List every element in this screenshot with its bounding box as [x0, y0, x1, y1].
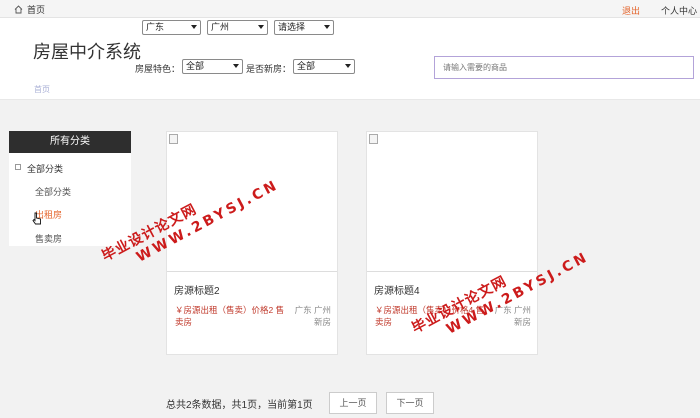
user-center-link[interactable]: 个人中心	[661, 4, 697, 17]
home-label: 首页	[27, 5, 46, 15]
house-location: 广东 广州 新房	[494, 305, 531, 327]
house-price: ￥房源出租（售卖）价格4 售卖房	[375, 305, 485, 327]
house-card[interactable]: 房源标题2 ￥房源出租（售卖）价格2 售卖房 广东 广州 新房	[166, 131, 338, 355]
category-sidebar-title: 所有分类	[9, 131, 131, 153]
breadcrumb[interactable]: 首页	[34, 84, 50, 95]
house-image[interactable]	[167, 132, 337, 272]
city-select-value: 广州	[211, 22, 230, 32]
category-root[interactable]: 全部分类	[27, 162, 63, 175]
new-house-label: 是否新房：	[246, 64, 292, 74]
broken-image-icon	[369, 134, 378, 144]
next-page-button[interactable]: 下一页	[386, 392, 434, 414]
category-sidebar: 所有分类 全部分类 全部分类 出租房 售卖房	[9, 131, 131, 246]
district-select-value: 请选择	[278, 22, 306, 32]
chevron-down-icon	[233, 64, 239, 68]
chevron-down-icon	[258, 25, 264, 29]
pagination-summary: 总共2条数据，共1页，当前第1页	[166, 400, 313, 411]
search-input[interactable]: 请输入需要的商品	[434, 56, 694, 79]
city-select[interactable]: 广州	[207, 20, 268, 35]
category-item-all[interactable]: 全部分类	[35, 185, 71, 198]
feature-select-value: 全部	[186, 61, 205, 71]
house-price: ￥房源出租（售卖）价格2 售卖房	[175, 305, 285, 327]
province-select-value: 广东	[146, 22, 165, 32]
category-item-sale[interactable]: 售卖房	[35, 232, 62, 245]
home-link[interactable]: 首页	[14, 3, 45, 16]
district-select[interactable]: 请选择	[274, 20, 334, 35]
header: 房屋中介系统 首页 广东 广州 请选择 房屋特色： 全部 是否新房： 全部 请输…	[0, 18, 700, 100]
broken-image-icon	[169, 134, 178, 144]
feature-label: 房屋特色：	[135, 64, 181, 74]
site-title: 房屋中介系统	[33, 42, 141, 63]
hand-cursor-icon	[32, 212, 42, 226]
house-image[interactable]	[367, 132, 537, 272]
new-house-select-value: 全部	[297, 61, 316, 71]
logout-link[interactable]: 退出	[622, 4, 640, 17]
top-bar: 首页 退出 个人中心	[0, 0, 700, 18]
home-icon	[14, 5, 23, 14]
prev-page-button[interactable]: 上一页	[329, 392, 377, 414]
feature-select[interactable]: 全部	[182, 59, 243, 74]
chevron-down-icon	[191, 25, 197, 29]
house-title[interactable]: 房源标题4	[374, 282, 420, 297]
chevron-down-icon	[324, 25, 330, 29]
house-location: 广东 广州 新房	[294, 305, 331, 327]
tree-collapse-icon[interactable]	[15, 164, 21, 170]
new-house-select[interactable]: 全部	[293, 59, 355, 74]
chevron-down-icon	[345, 64, 351, 68]
house-title[interactable]: 房源标题2	[174, 282, 220, 297]
house-card[interactable]: 房源标题4 ￥房源出租（售卖）价格4 售卖房 广东 广州 新房	[366, 131, 538, 355]
province-select[interactable]: 广东	[142, 20, 201, 35]
